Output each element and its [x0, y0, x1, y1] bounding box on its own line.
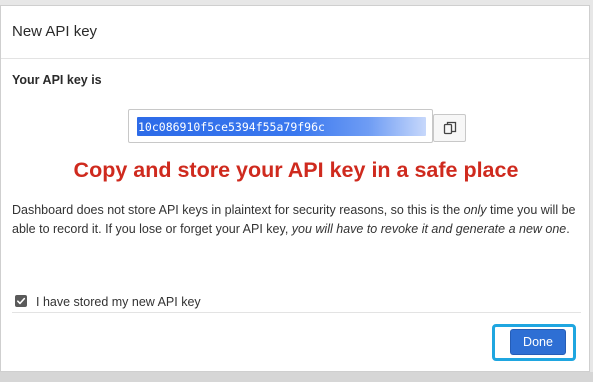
copy-button[interactable] — [433, 114, 466, 142]
warning-message: Copy and store your API key in a safe pl… — [73, 158, 519, 182]
description-text: Dashboard does not store API keys in pla… — [12, 201, 582, 239]
description-part: Dashboard does not store API keys in pla… — [12, 203, 464, 217]
api-key-label: Your API key is — [12, 73, 102, 87]
dialog-header: New API key — [1, 6, 589, 59]
new-api-key-dialog: New API key Your API key is 10c086910f5c… — [0, 5, 590, 372]
description-part: . — [566, 222, 570, 236]
description-emphasis-only: only — [463, 203, 487, 217]
footer-divider — [12, 312, 581, 313]
stored-key-checkbox[interactable] — [15, 295, 27, 307]
stored-key-checkbox-row[interactable]: I have stored my new API key — [15, 294, 201, 309]
backdrop — [0, 372, 593, 382]
description-emphasis-revoke: you will have to revoke it and generate … — [291, 222, 567, 236]
copy-icon — [443, 121, 456, 135]
dialog-title: New API key — [12, 23, 98, 40]
stored-key-checkbox-label[interactable]: I have stored my new API key — [36, 295, 201, 309]
api-key-field[interactable]: 10c086910f5ce5394f55a79f96c — [128, 109, 433, 143]
checkmark-icon — [17, 297, 26, 305]
done-button[interactable]: Done — [510, 329, 566, 355]
api-key-value[interactable]: 10c086910f5ce5394f55a79f96c — [138, 120, 325, 134]
